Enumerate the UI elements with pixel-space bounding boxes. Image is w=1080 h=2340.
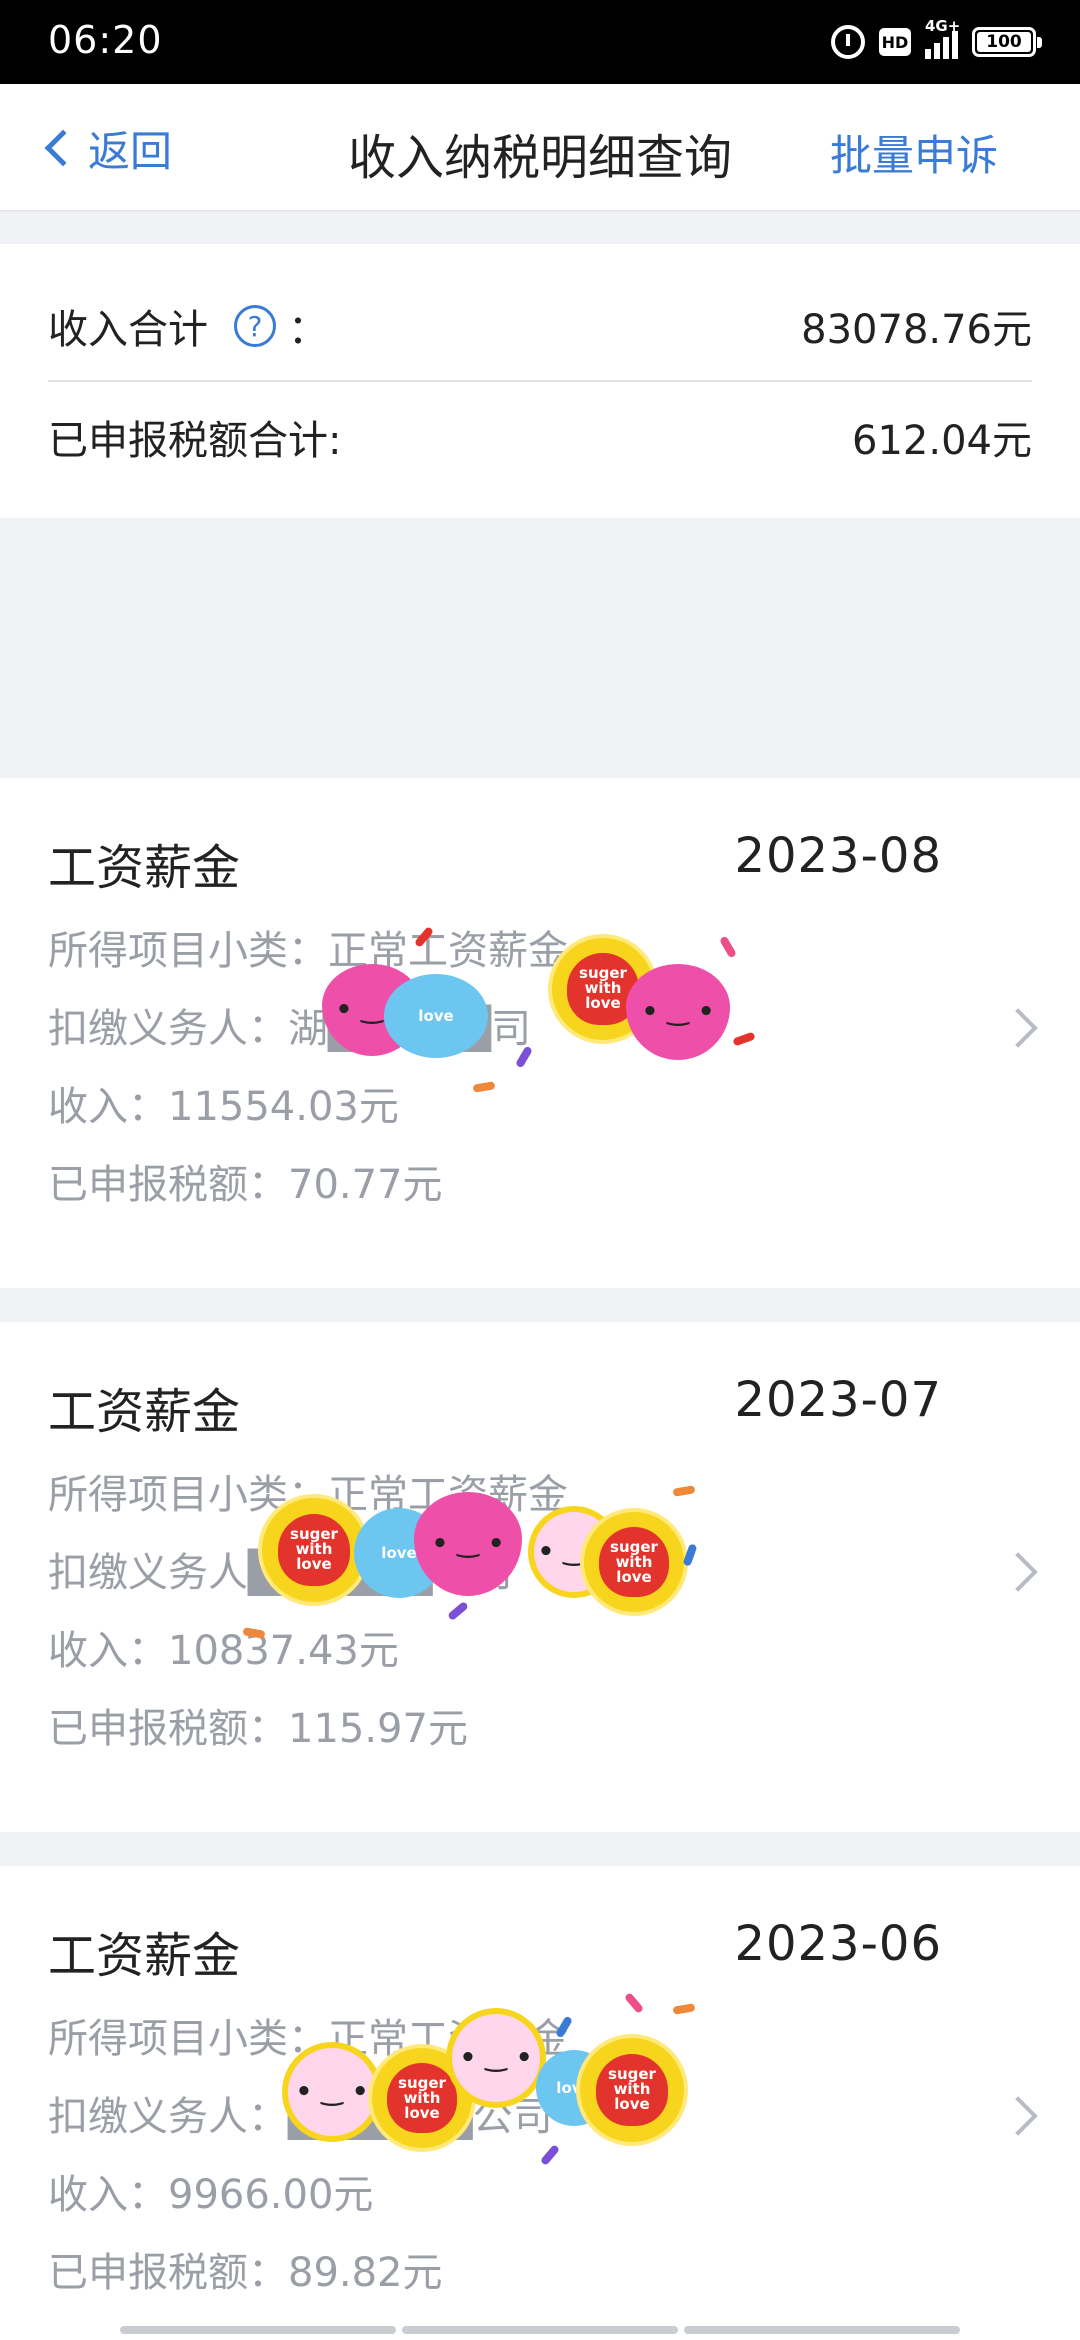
nav-bar: 返回 收入纳税明细查询 批量申诉 <box>0 84 1080 212</box>
record-withholder: 扣缴义务人：湖██科██司 <box>48 1006 532 1052</box>
chevron-right-icon <box>998 1552 1038 1592</box>
record-withholder: 扣缴义务人██████公司 <box>48 1550 513 1596</box>
income-total-colon: ： <box>288 307 328 353</box>
hd-icon: HD <box>879 28 911 56</box>
signal-icon: 4G+ <box>925 17 960 59</box>
record-type: 工资薪金 <box>48 840 241 896</box>
record-date: 2023-07 <box>734 1372 942 1428</box>
record-income: 收入：10837.43元 <box>48 1628 399 1674</box>
record-tax: 已申报税额：89.82元 <box>48 2250 443 2296</box>
record-card[interactable]: 工资薪金 2023-08 所得项目小类：正常工资薪金 扣缴义务人：湖██科██司… <box>0 778 1080 1288</box>
record-withholder: 扣缴义务人：██████公司 <box>48 2094 553 2140</box>
income-total-label: 收入合计 <box>48 307 208 353</box>
record-type: 工资薪金 <box>48 1384 241 1440</box>
record-subtype: 所得项目小类：正常工资薪金 <box>48 2016 568 2062</box>
battery-icon: 100 <box>972 27 1042 57</box>
chevron-right-icon <box>998 2096 1038 2136</box>
income-total-value: 83078.76元 <box>801 307 1032 353</box>
chevron-right-icon <box>998 1008 1038 1048</box>
heart-sticker: • ‿ • <box>626 964 730 1060</box>
record-date: 2023-06 <box>734 1916 942 1972</box>
suger-sticker: suger with love <box>576 2034 688 2146</box>
record-tax: 已申报税额：70.77元 <box>48 1162 443 1208</box>
record-date: 2023-08 <box>734 828 942 884</box>
record-card[interactable]: 工资薪金 2023-06 所得项目小类：正常工资薪金 扣缴义务人：██████公… <box>0 1866 1080 2340</box>
record-income: 收入：11554.03元 <box>48 1084 399 1130</box>
scroll-indicator <box>120 2326 960 2334</box>
network-type-label: 4G+ <box>925 17 961 35</box>
help-icon[interactable]: ? <box>234 305 276 347</box>
tax-total-value: 612.04元 <box>852 418 1032 464</box>
battery-level: 100 <box>986 32 1022 52</box>
batch-appeal-button[interactable]: 批量申诉 <box>830 122 998 183</box>
record-type: 工资薪金 <box>48 1928 241 1984</box>
suger-sticker: suger with love <box>580 1508 688 1616</box>
tax-total-row: 已申报税额合计: 612.04元 <box>48 382 1032 492</box>
status-time: 06:20 <box>48 18 163 62</box>
alarm-icon <box>831 25 865 59</box>
tax-total-label: 已申报税额合计: <box>48 418 342 464</box>
income-total-row: 收入合计 ? ： 83078.76元 <box>48 272 1032 382</box>
record-tax: 已申报税额：115.97元 <box>48 1706 468 1752</box>
record-subtype: 所得项目小类：正常工资薪金 <box>48 928 568 974</box>
status-bar: 06:20 HD 4G+ 100 <box>0 0 1080 84</box>
record-income: 收入：9966.00元 <box>48 2172 374 2218</box>
status-icons: HD 4G+ 100 <box>831 17 1042 62</box>
record-card[interactable]: 工资薪金 2023-07 所得项目小类：正常工资薪金 扣缴义务人██████公司… <box>0 1322 1080 1832</box>
record-subtype: 所得项目小类：正常工资薪金 <box>48 1472 568 1518</box>
